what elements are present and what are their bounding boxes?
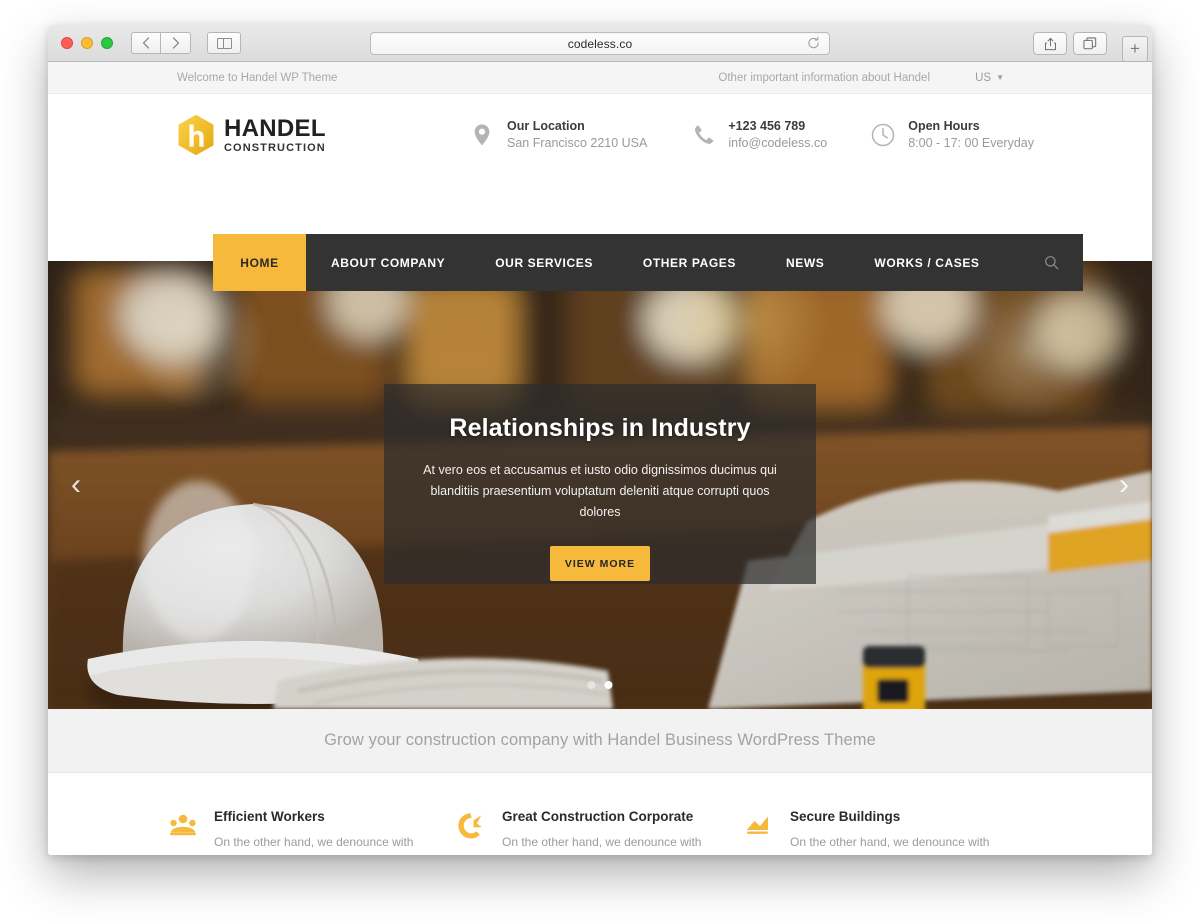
navigation-buttons: [131, 32, 191, 54]
site-topbar: Welcome to Handel WP Theme Other importa…: [48, 62, 1152, 94]
chevron-left-icon: [142, 37, 150, 49]
nav-item-news[interactable]: NEWS: [761, 234, 849, 291]
show-tabs-button[interactable]: [1073, 32, 1107, 55]
contact-location-title: Our Location: [507, 119, 585, 133]
website-viewport: Welcome to Handel WP Theme Other importa…: [48, 62, 1152, 855]
nav-search-button[interactable]: [1020, 234, 1083, 291]
close-window-button[interactable]: [61, 37, 73, 49]
back-button[interactable]: [131, 32, 161, 54]
nav-item-our-services[interactable]: OUR SERVICES: [470, 234, 618, 291]
site-logo[interactable]: HANDEL CONSTRUCTION: [177, 114, 326, 156]
feature-secure-buildings: Secure Buildings On the other hand, we d…: [744, 809, 1032, 855]
window-controls: [61, 37, 113, 49]
contact-location-value: San Francisco 2210 USA: [507, 135, 648, 150]
hero-slider: Relationships in Industry At vero eos et…: [48, 261, 1152, 709]
chevron-down-icon: ▼: [996, 73, 1004, 82]
show-sidebar-button[interactable]: [207, 32, 241, 54]
clock-icon: [869, 121, 897, 149]
handel-hexagon-logo-icon: [177, 114, 215, 156]
url-text: codeless.co: [567, 36, 633, 51]
slider-next-arrow[interactable]: ›: [1104, 470, 1144, 500]
feature-title: Secure Buildings: [790, 809, 901, 824]
share-button[interactable]: [1033, 32, 1067, 55]
other-information-link[interactable]: Other important information about Handel: [718, 72, 930, 84]
slider-pagination: [587, 681, 613, 689]
slider-dot-1[interactable]: [587, 681, 596, 689]
contact-location: Our Location San Francisco 2210 USA: [468, 118, 647, 152]
nav-item-other-pages[interactable]: OTHER PAGES: [618, 234, 761, 291]
forward-button[interactable]: [161, 32, 191, 54]
location-pin-icon: [468, 121, 496, 149]
feature-efficient-workers: Efficient Workers On the other hand, we …: [168, 809, 456, 855]
nav-item-about-company[interactable]: ABOUT COMPANY: [306, 234, 470, 291]
brand-tagline: CONSTRUCTION: [224, 141, 326, 154]
building-chart-icon: [744, 811, 774, 841]
browser-window: codeless.co + Welcome to Handel WP Theme…: [48, 25, 1152, 855]
slider-prev-arrow[interactable]: ‹: [56, 470, 96, 500]
maximize-window-button[interactable]: [101, 37, 113, 49]
reload-icon[interactable]: [807, 36, 820, 51]
nav-item-home[interactable]: HOME: [213, 234, 306, 291]
contact-hours: Open Hours 8:00 - 17: 00 Everyday: [869, 118, 1034, 152]
feature-great-construction-corporate: Great Construction Corporate On the othe…: [456, 809, 744, 855]
chevron-right-icon: [172, 37, 179, 49]
nav-item-works-cases[interactable]: WORKS / CASES: [849, 234, 1004, 291]
features-section: Efficient Workers On the other hand, we …: [48, 773, 1152, 855]
contact-hours-value: 8:00 - 17: 00 Everyday: [908, 135, 1034, 150]
workers-group-icon: [168, 811, 198, 841]
contact-email[interactable]: info@codeless.co: [728, 135, 827, 152]
header-contacts: Our Location San Francisco 2210 USA +123…: [468, 118, 1034, 152]
tagline-text: Grow your construction company with Hand…: [324, 731, 876, 749]
welcome-message: Welcome to Handel WP Theme: [177, 71, 338, 84]
contact-phone-number[interactable]: +123 456 789: [728, 118, 827, 135]
address-bar[interactable]: codeless.co: [370, 32, 830, 55]
logo-text: HANDEL CONSTRUCTION: [224, 116, 326, 153]
feature-text: On the other hand, we denounce with righ…: [790, 835, 990, 850]
feature-title: Great Construction Corporate: [502, 809, 694, 824]
tabs-icon: [1083, 36, 1097, 49]
phone-icon: [689, 121, 717, 149]
tagline-strip: Grow your construction company with Hand…: [48, 709, 1152, 773]
share-icon: [1044, 37, 1056, 50]
contact-phone: +123 456 789 info@codeless.co: [689, 118, 827, 152]
brand-name: HANDEL: [224, 115, 326, 143]
view-more-button[interactable]: VIEW MORE: [550, 546, 650, 581]
contact-hours-title: Open Hours: [908, 119, 980, 133]
feature-text: On the other hand, we denounce with righ…: [214, 835, 414, 850]
feature-text: On the other hand, we denounce with righ…: [502, 835, 702, 850]
site-header: HANDEL CONSTRUCTION Our Location San Fra…: [48, 94, 1152, 182]
browser-titlebar: codeless.co +: [48, 25, 1152, 62]
hero-caption-box: Relationships in Industry At vero eos et…: [384, 384, 816, 584]
slider-dot-2[interactable]: [604, 681, 613, 689]
language-selector[interactable]: US ▼: [975, 72, 1004, 84]
new-tab-button[interactable]: +: [1122, 36, 1148, 62]
toolbar-right-buttons: [1033, 32, 1107, 55]
crane-hook-icon: [456, 811, 486, 841]
feature-title: Efficient Workers: [214, 809, 325, 824]
minimize-window-button[interactable]: [81, 37, 93, 49]
hero-subtitle: At vero eos et accusamus et iusto odio d…: [423, 463, 777, 519]
main-navigation: HOME ABOUT COMPANY OUR SERVICES OTHER PA…: [213, 234, 1083, 291]
hero-title: Relationships in Industry: [449, 414, 751, 442]
search-icon: [1045, 256, 1059, 270]
language-label: US: [975, 71, 992, 84]
sidebar-icon: [216, 37, 232, 49]
